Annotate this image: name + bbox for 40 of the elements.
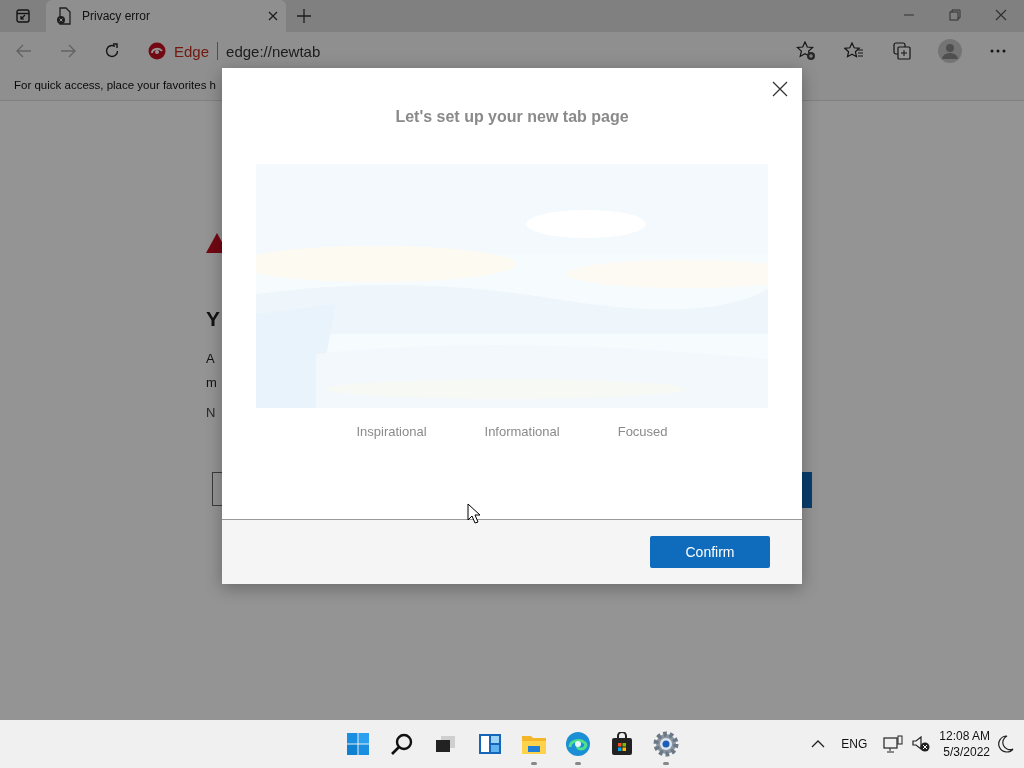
language-indicator[interactable]: ENG [833, 737, 876, 751]
page-text: m [206, 374, 217, 392]
page-heading: Y [206, 306, 220, 332]
edge-logo-icon [148, 42, 166, 60]
add-favorite-icon[interactable] [796, 41, 816, 61]
chevron-up-icon[interactable] [811, 740, 826, 748]
edge-icon[interactable] [565, 731, 591, 757]
layout-option[interactable]: Inspirational [356, 424, 427, 439]
profile-icon[interactable] [938, 39, 962, 63]
settings-icon[interactable] [653, 731, 679, 757]
site-label: Edge [174, 42, 210, 60]
page-text: A [206, 350, 215, 368]
close-icon[interactable] [268, 11, 278, 21]
layout-option[interactable]: Informational [484, 424, 560, 439]
start-icon[interactable] [346, 732, 370, 756]
clock-time[interactable]: 12:08 AM [939, 728, 990, 744]
widgets-icon[interactable] [478, 733, 502, 755]
tab-actions-icon[interactable] [16, 9, 30, 23]
refresh-icon[interactable] [104, 43, 120, 59]
muted-speaker-icon[interactable] [911, 735, 932, 753]
tab-title: Privacy error [82, 9, 151, 23]
clock-date[interactable]: 5/3/2022 [943, 744, 990, 760]
search-icon[interactable] [390, 732, 414, 756]
dialog-title: Let's set up your new tab page [395, 108, 629, 126]
folder-icon[interactable] [521, 733, 547, 755]
collections-icon[interactable] [892, 41, 912, 61]
layout-option[interactable]: Focused [617, 424, 668, 439]
address-field[interactable]: edge://newtab [226, 42, 321, 60]
favorites-bar-hint: For quick access, place your favorites h [14, 79, 216, 91]
confirm-button[interactable]: Confirm [650, 536, 770, 568]
favorites-icon[interactable] [844, 42, 864, 60]
document-error-icon [56, 7, 72, 25]
network-icon[interactable] [883, 735, 904, 753]
task-view-icon[interactable] [435, 734, 457, 754]
store-icon[interactable] [610, 732, 634, 756]
page-text: N [206, 405, 216, 420]
new-tab-icon[interactable] [297, 9, 311, 23]
browser-tab[interactable]: Privacy error [46, 0, 286, 32]
more-icon[interactable] [990, 49, 1006, 53]
moon-icon[interactable] [998, 735, 1014, 753]
